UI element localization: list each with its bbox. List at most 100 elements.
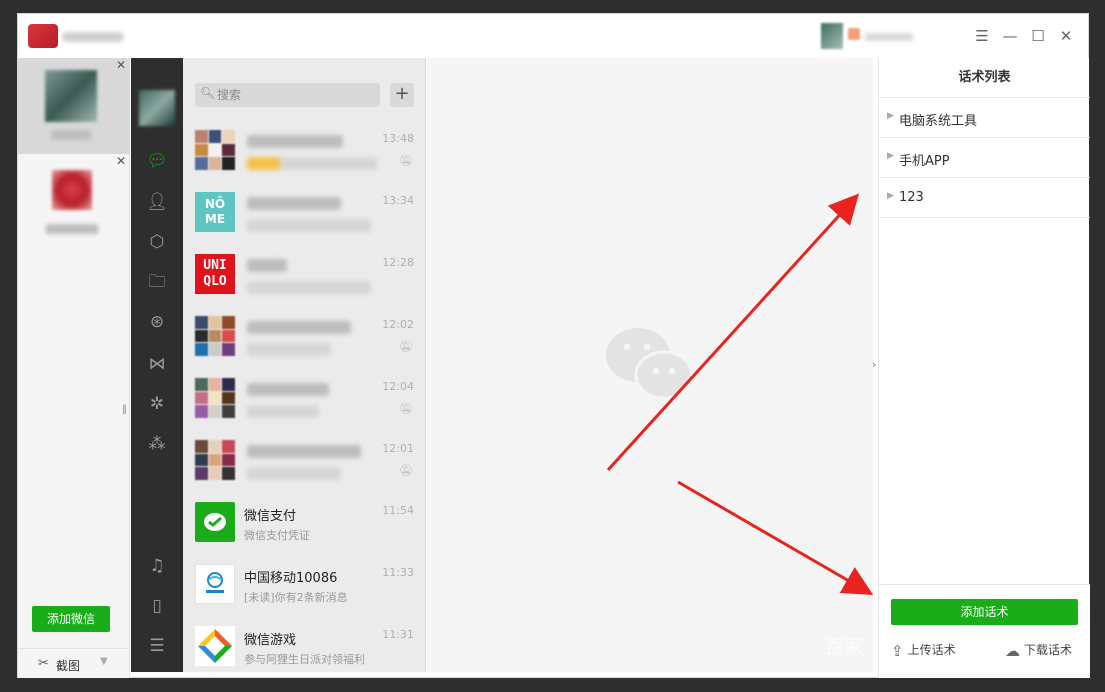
settings-menu-icon[interactable]: ☰ xyxy=(145,634,169,658)
phone-icon[interactable]: ▯ xyxy=(145,594,169,618)
expand-triangle-icon: ▶ xyxy=(887,111,894,121)
download-script-button[interactable]: ☁ 下载话术 xyxy=(1005,641,1072,660)
my-avatar[interactable] xyxy=(139,90,175,126)
current-user-name-blurred xyxy=(865,33,913,41)
close-icon[interactable]: ✕ xyxy=(1056,26,1076,46)
chat-preview: 参与阿狸生日派对领福利 xyxy=(244,653,365,666)
collapse-left-handle[interactable]: ‖ xyxy=(122,404,127,415)
chat-time: 12:28 xyxy=(382,256,414,269)
script-category[interactable]: ▶ 手机APP xyxy=(879,138,1090,178)
screenshot-tool[interactable]: ✂ 截图 ▼ xyxy=(18,648,130,678)
chat-name: 微信支付 xyxy=(244,509,297,524)
group-avatar xyxy=(195,130,235,170)
mini-program-icon[interactable]: ✲ xyxy=(145,392,169,416)
screenshot-label: 截图 xyxy=(56,659,81,673)
chat-time: 11:31 xyxy=(382,628,414,641)
account-close-icon[interactable]: ✕ xyxy=(116,58,126,72)
account-close-icon[interactable]: ✕ xyxy=(116,154,126,168)
chevron-down-icon[interactable]: ▼ xyxy=(100,656,108,667)
account-avatar xyxy=(45,70,97,122)
app-title-blurred xyxy=(62,32,124,42)
search-input[interactable] xyxy=(217,86,367,104)
minimize-icon[interactable]: — xyxy=(1000,26,1020,46)
nome-avatar: NŌ ME xyxy=(195,192,235,232)
upload-icon: ⇪ xyxy=(891,642,904,660)
current-user-avatar[interactable] xyxy=(821,23,843,49)
wechat-games-icon xyxy=(195,626,235,666)
chat-item[interactable]: UNI QLO 12:28 xyxy=(183,242,425,304)
chat-item[interactable]: NŌ ME 13:34 xyxy=(183,180,425,242)
script-category[interactable]: ▶ 电脑系统工具 xyxy=(879,98,1090,138)
search-discover-icon[interactable]: ⁂ xyxy=(145,432,169,456)
menu-icon[interactable]: ☰ xyxy=(972,26,992,46)
favorites-icon[interactable]: ⬡ xyxy=(145,230,169,254)
app-window: ☰ — ☐ ✕ ✕ ✕ 添加微信 ✂ 截图 ▼ ‖ 💬︎ 👤︎ ⬡ 🗀 ⊛ ⋈ xyxy=(17,13,1090,678)
add-script-button[interactable]: 添加话术 xyxy=(891,599,1078,625)
title-bar: ☰ — ☐ ✕ xyxy=(18,14,1088,58)
chat-item[interactable]: 13:48 🔕︎ xyxy=(183,118,425,180)
maximize-icon[interactable]: ☐ xyxy=(1028,26,1048,46)
upload-script-button[interactable]: ⇪ 上传话术 xyxy=(891,641,956,660)
chat-time: 11:54 xyxy=(382,504,414,517)
add-chat-button[interactable]: + xyxy=(390,83,414,107)
chat-item[interactable]: 12:01 🔕︎ xyxy=(183,428,425,490)
blurred-preview xyxy=(247,405,319,418)
blurred-name xyxy=(247,259,287,272)
account-item[interactable]: ✕ xyxy=(18,58,130,154)
account-item[interactable]: ✕ xyxy=(18,154,130,250)
chat-name: 微信游戏 xyxy=(244,633,297,648)
uniqlo-logo-top: UNI xyxy=(203,258,227,273)
chat-item[interactable]: 微信支付 微信支付凭证 11:54 xyxy=(183,490,425,552)
blurred-preview xyxy=(247,343,331,356)
channels-icon[interactable]: ⋈ xyxy=(145,352,169,376)
chat-time: 13:34 xyxy=(382,194,414,207)
blurred-preview xyxy=(247,157,377,170)
script-list-title: 话术列表 xyxy=(879,58,1090,98)
chat-item[interactable]: 12:04 🔕︎ xyxy=(183,366,425,428)
blurred-preview xyxy=(247,219,371,232)
script-category-label: 电脑系统工具 xyxy=(899,114,978,129)
script-category-label: 手机APP xyxy=(899,154,950,169)
chat-preview: 微信支付凭证 xyxy=(244,529,310,542)
chat-time: 12:04 xyxy=(382,380,414,393)
collapse-right-handle[interactable]: › xyxy=(872,358,876,371)
group-avatar xyxy=(195,316,235,356)
group-avatar xyxy=(195,378,235,418)
chat-item[interactable]: 中国移动10086 [未读]你有2条新消息 11:33 xyxy=(183,552,425,614)
current-user-badge xyxy=(848,28,860,40)
chat-icon[interactable]: 💬︎ xyxy=(145,149,169,173)
folder-icon[interactable]: 🗀 xyxy=(145,270,169,294)
mute-icon: 🔕︎ xyxy=(399,154,413,167)
chat-item[interactable]: 微信游戏 参与阿狸生日派对领福利 11:31 xyxy=(183,614,425,672)
add-wechat-button[interactable]: 添加微信 xyxy=(32,606,110,632)
chat-time: 12:02 xyxy=(382,318,414,331)
download-script-label: 下载话术 xyxy=(1024,643,1073,657)
chat-preview: [未读]你有2条新消息 xyxy=(244,591,348,604)
account-avatar xyxy=(52,170,92,210)
wechat-logo-icon xyxy=(606,328,694,400)
uniqlo-logo-bottom: QLO xyxy=(203,274,227,289)
uniqlo-avatar: UNI QLO xyxy=(195,254,235,294)
contacts-icon[interactable]: 👤︎ xyxy=(145,190,169,214)
music-icon[interactable]: ♫ xyxy=(145,554,169,578)
china-mobile-logo xyxy=(195,564,235,604)
wechat-pay-icon xyxy=(195,502,235,542)
chat-list: 🔍︎ + 13:48 🔕︎ NŌ ME 13:34 xyxy=(183,58,426,672)
account-name-blurred xyxy=(51,130,91,140)
blurred-preview xyxy=(247,281,371,294)
mute-icon: 🔕︎ xyxy=(399,340,413,353)
account-name-blurred xyxy=(46,224,98,234)
moments-icon[interactable]: ⊛ xyxy=(145,310,169,334)
scissors-icon: ✂ xyxy=(38,656,49,671)
script-category[interactable]: ▶ 123 xyxy=(879,178,1090,218)
chat-item[interactable]: 12:02 🔕︎ xyxy=(183,304,425,366)
expand-triangle-icon: ▶ xyxy=(887,151,894,161)
blurred-name xyxy=(247,321,351,334)
blurred-name xyxy=(247,135,343,148)
wechat-side-nav: 💬︎ 👤︎ ⬡ 🗀 ⊛ ⋈ ✲ ⁂ ♫ ▯ ☰ xyxy=(131,58,183,672)
chat-name: 中国移动10086 xyxy=(244,571,338,586)
search-box[interactable]: 🔍︎ xyxy=(195,83,380,107)
upload-script-label: 上传话术 xyxy=(907,643,956,657)
blurred-name xyxy=(247,383,329,396)
cloud-download-icon: ☁ xyxy=(1005,642,1020,660)
